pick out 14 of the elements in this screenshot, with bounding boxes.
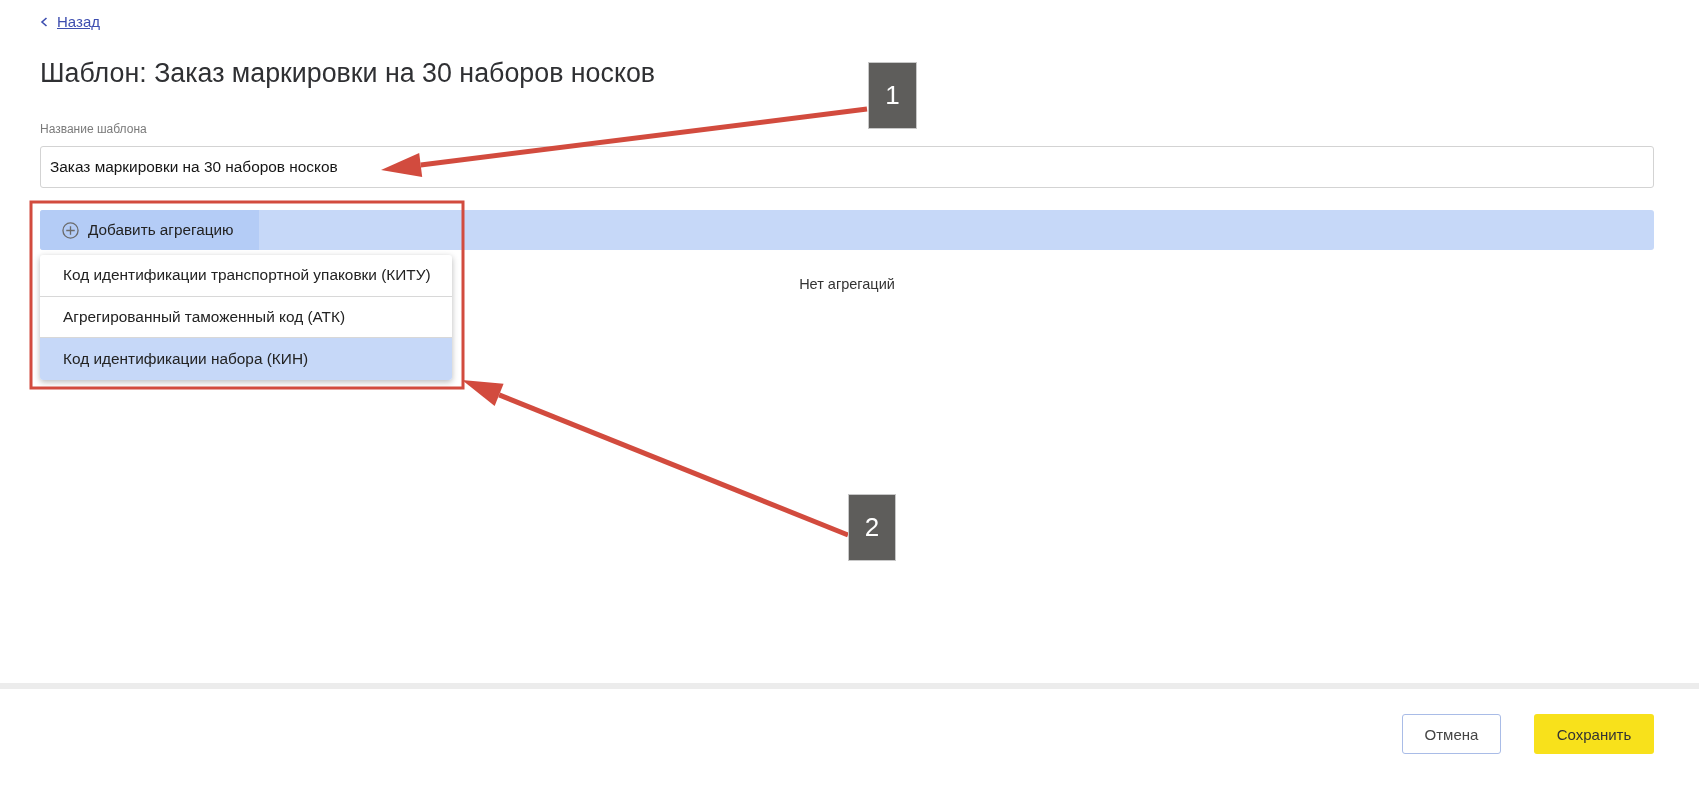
menu-item[interactable]: Код идентификации транспортной упаковки (КИТУ) bbox=[40, 255, 452, 297]
save-button[interactable]: Сохранить bbox=[1534, 714, 1654, 754]
menu-item[interactable]: Код идентификации набора (КИН) bbox=[40, 338, 452, 380]
template-name-input[interactable]: Заказ маркировки на 30 наборов носков bbox=[40, 146, 1654, 188]
empty-state-text: Нет агрегаций bbox=[799, 276, 895, 292]
field-label: Название шаблона bbox=[40, 122, 147, 136]
cancel-button[interactable]: Отмена bbox=[1402, 714, 1501, 754]
back-link[interactable]: Назад bbox=[40, 12, 100, 32]
callout-number: 2 bbox=[848, 494, 896, 561]
chevron-left-icon bbox=[40, 17, 48, 27]
add-icon bbox=[62, 221, 79, 239]
callout-number: 1 bbox=[868, 62, 917, 129]
page-title: Шаблон: Заказ маркировки на 30 наборов носков bbox=[40, 57, 656, 89]
add-aggregation-button[interactable]: Добавить агрегацию bbox=[40, 210, 259, 250]
